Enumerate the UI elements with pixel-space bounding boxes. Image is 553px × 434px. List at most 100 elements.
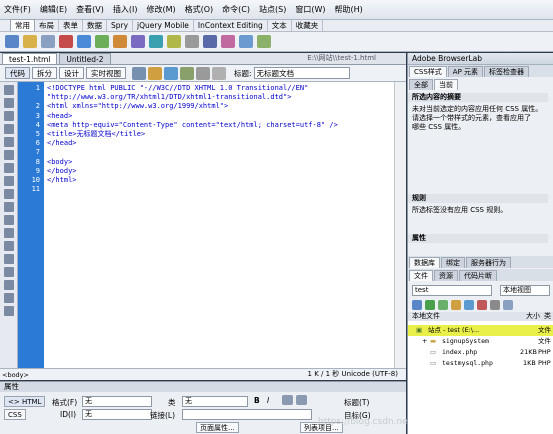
code-view-button[interactable]: 代码: [5, 67, 30, 79]
menu-format[interactable]: 格式(O): [185, 4, 214, 15]
wrap-tag-icon[interactable]: [3, 241, 14, 251]
tab-common[interactable]: 常用: [10, 19, 35, 31]
page-properties-button[interactable]: 页面属性...: [196, 422, 239, 433]
tab-server-behaviors[interactable]: 服务器行为: [466, 257, 511, 268]
doc-tab-test-1[interactable]: test-1.html: [2, 53, 58, 64]
collapse-selection-icon[interactable]: [3, 124, 14, 134]
menu-site[interactable]: 站点(S): [259, 4, 286, 15]
site-select[interactable]: test: [412, 285, 492, 296]
server-include-icon[interactable]: [167, 35, 181, 48]
syntax-error-alerts-icon[interactable]: [3, 202, 14, 212]
table-icon[interactable]: [77, 35, 91, 48]
tab-incontext-editing[interactable]: InContext Editing: [194, 20, 268, 31]
tab-tag-inspector[interactable]: 标签检查器: [484, 66, 530, 77]
tab-ap-elements[interactable]: AP 元素: [447, 66, 484, 77]
media-icon[interactable]: [131, 35, 145, 48]
tab-layout[interactable]: 布局: [35, 20, 59, 31]
tab-assets[interactable]: 资源: [434, 270, 458, 281]
outdent-code-icon[interactable]: [3, 293, 14, 303]
div-icon[interactable]: [95, 35, 109, 48]
indent-code-icon[interactable]: [3, 280, 14, 290]
expand-all-icon[interactable]: [3, 137, 14, 147]
title-input[interactable]: [253, 67, 350, 79]
live-code-icon[interactable]: [132, 66, 146, 80]
line-numbers-icon[interactable]: [3, 176, 14, 186]
horizontal-rule-icon[interactable]: [59, 35, 73, 48]
tab-css-styles[interactable]: CSS样式: [409, 66, 447, 77]
tag-chooser-icon[interactable]: [257, 35, 271, 48]
menu-window[interactable]: 窗口(W): [295, 4, 325, 15]
tab-jquery-mobile[interactable]: jQuery Mobile: [133, 20, 194, 31]
format-source-icon[interactable]: [3, 306, 14, 316]
tree-row-folder[interactable]: + ▬ signupSystem 文件: [408, 336, 553, 347]
tab-forms[interactable]: 表单: [59, 20, 83, 31]
menu-insert[interactable]: 插入(I): [113, 4, 138, 15]
doc-tab-untitled-2[interactable]: Untitled-2: [59, 53, 111, 64]
put-files-icon[interactable]: [451, 300, 461, 310]
move-css-icon[interactable]: [3, 267, 14, 277]
tab-all[interactable]: 全部: [409, 79, 433, 90]
tree-row-site-root[interactable]: ▣ 站点 - test (E:\... 文件: [408, 325, 553, 336]
tab-bindings[interactable]: 绑定: [441, 257, 465, 268]
inspect-icon[interactable]: [148, 66, 162, 80]
link-input[interactable]: [182, 409, 312, 420]
comment-icon[interactable]: [185, 35, 199, 48]
menu-view[interactable]: 查看(V): [76, 4, 104, 15]
html-mode-button[interactable]: <> HTML: [4, 396, 46, 407]
file-management-icon[interactable]: [180, 66, 194, 80]
tag-selector[interactable]: <body>: [2, 370, 29, 381]
class-select[interactable]: 无: [182, 396, 248, 407]
properties-panel-header[interactable]: 属性: [0, 381, 406, 392]
check-in-icon[interactable]: [477, 300, 487, 310]
apply-comment-icon[interactable]: [3, 215, 14, 225]
image-icon[interactable]: [113, 35, 127, 48]
tab-text[interactable]: 文本: [268, 20, 292, 31]
format-select[interactable]: 无: [82, 396, 152, 407]
menu-help[interactable]: 帮助(H): [334, 4, 362, 15]
date-icon[interactable]: [149, 35, 163, 48]
tab-data[interactable]: 数据: [83, 20, 107, 31]
refresh-icon[interactable]: [425, 300, 435, 310]
refresh-icon[interactable]: [196, 66, 210, 80]
tree-row-file[interactable]: ▭ index.php 21KB PHP: [408, 347, 553, 358]
collapse-tag-icon[interactable]: [3, 111, 14, 121]
view-select[interactable]: 本地视图: [500, 285, 550, 296]
browser-preview-icon[interactable]: [164, 66, 178, 80]
id-select[interactable]: 无: [82, 409, 152, 420]
column-local-files[interactable]: 本地文件: [412, 312, 440, 321]
menu-modify[interactable]: 修改(M): [146, 4, 175, 15]
tab-spry[interactable]: Spry: [107, 20, 134, 31]
code-editor[interactable]: <!DOCTYPE html PUBLIC "-//W3C//DTD XHTML…: [44, 82, 394, 368]
menu-commands[interactable]: 命令(C): [222, 4, 250, 15]
get-files-icon[interactable]: [438, 300, 448, 310]
design-view-button[interactable]: 设计: [59, 67, 84, 79]
open-documents-icon[interactable]: [3, 85, 14, 95]
remove-comment-icon[interactable]: [3, 228, 14, 238]
tab-databases[interactable]: 数据库: [409, 257, 440, 268]
tab-current[interactable]: 当前: [434, 79, 458, 90]
editor-scrollbar[interactable]: [394, 82, 406, 368]
expand-icon[interactable]: [503, 300, 513, 310]
sync-icon[interactable]: [490, 300, 500, 310]
column-size[interactable]: 大小: [526, 312, 540, 321]
script-icon[interactable]: [221, 35, 235, 48]
unordered-list-icon[interactable]: [282, 395, 293, 405]
expand-toggle-icon[interactable]: +: [422, 336, 427, 347]
balance-braces-icon[interactable]: [3, 163, 14, 173]
connect-icon[interactable]: [412, 300, 422, 310]
check-out-icon[interactable]: [464, 300, 474, 310]
split-view-button[interactable]: 拆分: [32, 67, 57, 79]
tab-favorites[interactable]: 收藏夹: [292, 20, 324, 31]
italic-button[interactable]: I: [267, 396, 269, 405]
bold-button[interactable]: B: [254, 396, 260, 405]
tab-files[interactable]: 文件: [409, 270, 433, 281]
menu-edit[interactable]: 编辑(E): [40, 4, 67, 15]
live-view-button[interactable]: 实时视图: [86, 67, 126, 79]
highlight-invalid-code-icon[interactable]: [3, 189, 14, 199]
head-icon[interactable]: [203, 35, 217, 48]
browserlab-panel-header[interactable]: Adobe BrowserLab: [408, 53, 553, 65]
templates-icon[interactable]: [239, 35, 253, 48]
menu-file[interactable]: 文件(F): [4, 4, 31, 15]
css-mode-button[interactable]: CSS: [4, 409, 26, 420]
hyperlink-icon[interactable]: [5, 35, 19, 48]
